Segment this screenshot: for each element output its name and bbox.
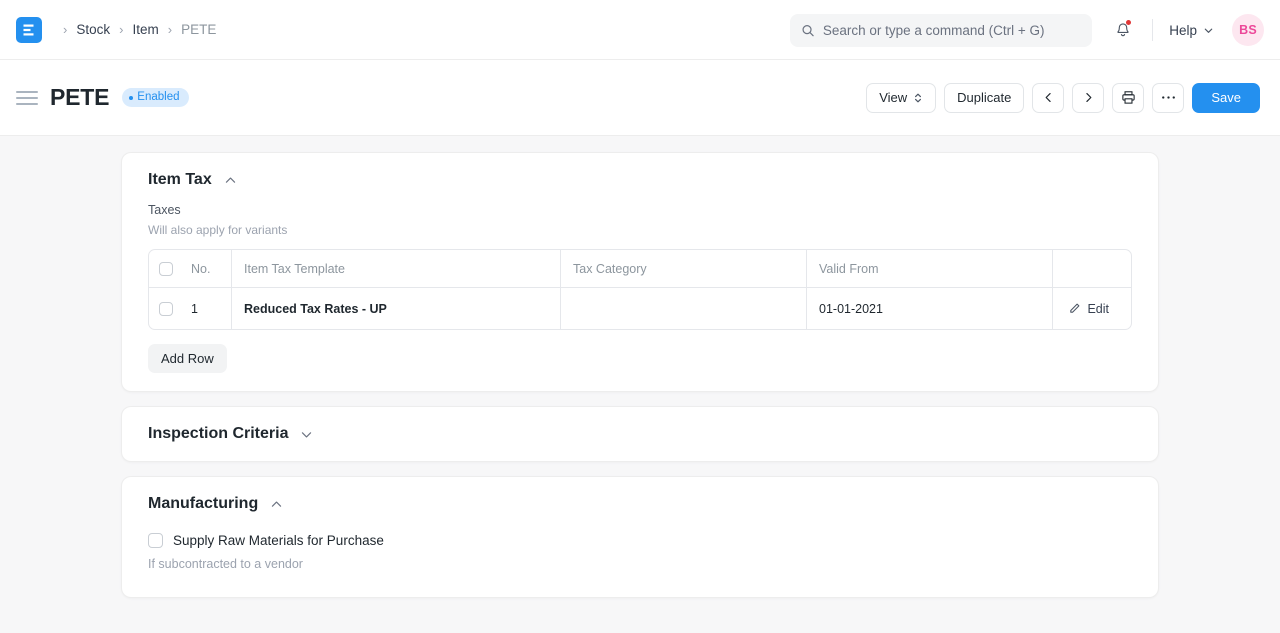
row-item-tax-template[interactable]: Reduced Tax Rates - UP (232, 288, 561, 329)
inspection-criteria-title: Inspection Criteria (148, 425, 289, 442)
supply-raw-materials-help: If subcontracted to a vendor (148, 557, 303, 571)
hamburger-line-2 (16, 96, 38, 99)
more-actions-button[interactable] (1152, 82, 1185, 113)
manufacturing-title: Manufacturing (148, 495, 259, 512)
next-record-button[interactable] (1072, 82, 1105, 113)
page-title: PETE (50, 84, 110, 110)
help-label: Help (1169, 22, 1197, 38)
breadcrumb: › Stock › Item › PETE (56, 22, 216, 37)
breadcrumb-item-stock[interactable]: Stock (76, 22, 110, 37)
printer-icon (1122, 91, 1135, 104)
status-badge: Enabled (122, 87, 189, 108)
navbar-divider (1152, 19, 1154, 41)
row-edit-label: Edit (1087, 301, 1109, 316)
item-tax-title: Item Tax (148, 171, 212, 188)
breadcrumb-separator-0: › (63, 22, 68, 37)
search-icon (802, 25, 814, 37)
chevron-down-icon (1204, 28, 1213, 33)
section-inspection-criteria: Inspection Criteria (121, 406, 1159, 462)
ellipsis-icon (1161, 96, 1175, 99)
search-box[interactable] (790, 14, 1092, 47)
global-search (790, 14, 1092, 47)
top-navbar: › Stock › Item › PETE Help (0, 0, 1280, 60)
status-dot-icon (129, 95, 134, 100)
supply-raw-materials-checkbox[interactable] (148, 533, 163, 548)
grid-header-actions (1053, 250, 1131, 287)
section-item-tax: Item Tax Taxes Will also apply for varia… (121, 152, 1159, 392)
previous-record-button[interactable] (1032, 82, 1065, 113)
taxes-field: Taxes Will also apply for variants (122, 189, 1158, 237)
grid-header-tax-category: Tax Category (561, 250, 807, 287)
row-tax-category[interactable] (561, 288, 807, 329)
navbar-right-actions: Help BS (1106, 0, 1264, 60)
view-button[interactable]: View (866, 82, 937, 113)
supply-raw-materials-label[interactable]: Supply Raw Materials for Purchase (173, 533, 384, 548)
breadcrumb-item-item[interactable]: Item (132, 22, 158, 37)
row-checkbox[interactable] (159, 301, 173, 316)
row-valid-from[interactable]: 01-01-2021 (807, 288, 1053, 329)
save-button[interactable]: Save (1192, 82, 1260, 113)
add-row-button[interactable]: Add Row (148, 344, 227, 373)
hamburger-line-1 (16, 90, 38, 93)
chevron-up-icon[interactable] (270, 498, 283, 511)
view-label: View (879, 90, 908, 105)
chevron-right-icon (1086, 92, 1092, 103)
app-logo[interactable] (16, 16, 42, 43)
search-input[interactable] (822, 23, 1081, 38)
select-all-checkbox[interactable] (159, 261, 173, 276)
status-badge-label: Enabled (137, 90, 180, 103)
logo-e-glyph (23, 24, 34, 35)
breadcrumb-separator-2: › (167, 22, 173, 37)
row-select-cell (149, 288, 183, 329)
help-menu-button[interactable]: Help (1165, 18, 1218, 43)
chevron-left-icon (1045, 92, 1051, 103)
chevron-down-icon[interactable] (300, 428, 313, 441)
grid-header-valid-from: Valid From (807, 250, 1053, 287)
breadcrumb-item-pete: PETE (181, 22, 217, 37)
taxes-label: Taxes (148, 203, 181, 217)
hamburger-icon[interactable] (16, 87, 38, 109)
item-tax-grid: No. Item Tax Template Tax Category Valid… (148, 249, 1132, 330)
avatar[interactable]: BS (1232, 14, 1264, 46)
section-manufacturing: Manufacturing Supply Raw Materials for P… (121, 476, 1159, 598)
pencil-icon (1070, 303, 1080, 313)
page-toolbar: PETE Enabled View Duplicate Save (0, 60, 1280, 136)
chevron-up-down-icon (915, 93, 922, 102)
table-row[interactable]: 1 Reduced Tax Rates - UP 01-01-2021 Edit (149, 288, 1131, 329)
grid-header-item-tax-template: Item Tax Template (232, 250, 561, 287)
hamburger-line-3 (16, 102, 38, 105)
inspection-criteria-section-header[interactable]: Inspection Criteria (122, 407, 1158, 461)
toolbar-actions: View Duplicate Save (866, 82, 1260, 113)
row-edit-button[interactable]: Edit (1053, 288, 1131, 329)
supply-raw-materials-field: Supply Raw Materials for Purchase (122, 513, 1158, 548)
manufacturing-section-header[interactable]: Manufacturing (122, 477, 1158, 513)
page-content: Item Tax Taxes Will also apply for varia… (0, 136, 1280, 633)
grid-select-all-cell (149, 250, 183, 287)
item-tax-section-header[interactable]: Item Tax (122, 153, 1158, 189)
notifications-button[interactable] (1106, 13, 1140, 47)
chevron-up-icon[interactable] (224, 174, 237, 187)
grid-header-no: No. (183, 250, 232, 287)
taxes-help-text: Will also apply for variants (148, 223, 288, 237)
grid-header-row: No. Item Tax Template Tax Category Valid… (149, 250, 1131, 288)
row-no: 1 (183, 288, 232, 329)
breadcrumb-separator-1: › (119, 22, 124, 37)
print-button[interactable] (1112, 82, 1145, 113)
duplicate-button[interactable]: Duplicate (944, 82, 1025, 113)
